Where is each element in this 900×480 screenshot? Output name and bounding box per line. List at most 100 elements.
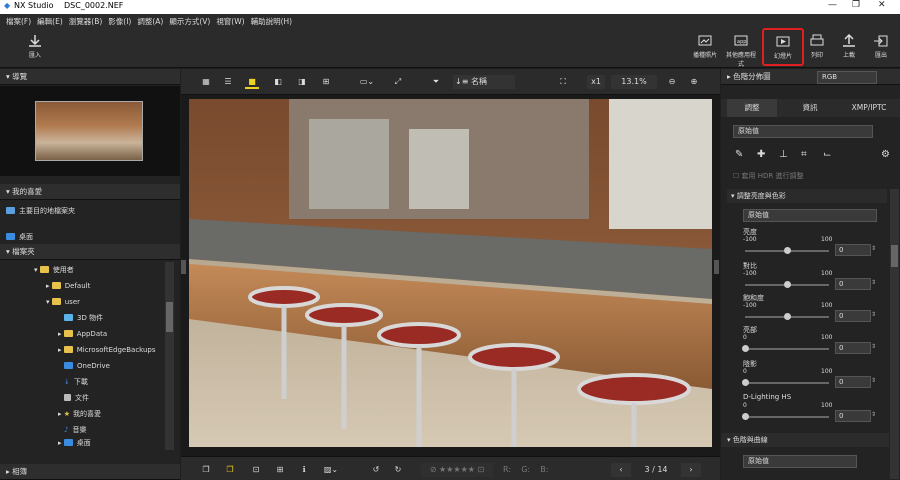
slider-value-input[interactable]: 0	[835, 244, 871, 256]
menu-help[interactable]: 輔助說明(H)	[251, 16, 293, 27]
stepper-icon[interactable]: ⇕	[871, 279, 876, 286]
section-levels-header[interactable]: ▾ 色階與曲線	[721, 433, 889, 447]
tab-xmp[interactable]: XMP/IPTC	[841, 99, 897, 117]
slider-value-input[interactable]: 0	[835, 342, 871, 354]
split-view-icon[interactable]: ⊞	[319, 75, 333, 89]
rotate-right-icon[interactable]: ↻	[391, 463, 405, 477]
tree-users[interactable]: ▾ 使用者	[34, 262, 74, 278]
fullscreen-icon[interactable]: ⤢	[391, 75, 405, 89]
print-button[interactable]: 列印	[800, 32, 834, 64]
brightness-preset-select[interactable]: 原始值	[743, 209, 877, 222]
slider-knob[interactable]	[742, 379, 749, 386]
tree-documents[interactable]: 文件	[64, 390, 89, 406]
tab-adjust[interactable]: 調整	[727, 99, 777, 117]
batch-button[interactable]: 播種照片	[688, 32, 722, 64]
crop-icon[interactable]: ⌗	[801, 149, 807, 160]
stepper-icon[interactable]: ⇕	[871, 377, 876, 384]
menu-view[interactable]: 顯示方式(V)	[169, 16, 210, 27]
tab-info[interactable]: 資訊	[785, 99, 835, 117]
bandage-icon[interactable]: ✚	[757, 149, 765, 160]
folders-header[interactable]: ▾ 檔案夾	[0, 244, 180, 260]
filter-icon[interactable]: ⏷	[429, 75, 443, 89]
tree-favorites[interactable]: ▸ ★ 我的喜愛	[58, 406, 101, 422]
other-apps-button[interactable]: app 其他應用程式	[724, 32, 758, 68]
info-icon[interactable]: ℹ	[297, 463, 311, 477]
slider-knob[interactable]	[742, 413, 749, 420]
slider-value-input[interactable]: 0	[835, 310, 871, 322]
rotate-left-icon[interactable]: ↺	[369, 463, 383, 477]
filmstrip-icon[interactable]: ▭⌄	[357, 75, 377, 89]
slider-track[interactable]	[745, 281, 829, 288]
menu-image[interactable]: 影像(I)	[108, 16, 131, 27]
navigator-header[interactable]: ▾ 導覽	[0, 69, 180, 85]
tree-desktop[interactable]: ▸ 桌面	[58, 435, 91, 451]
photo-preview[interactable]	[189, 99, 712, 447]
minimize-icon[interactable]: —	[828, 0, 837, 10]
brush-icon[interactable]: ✎	[735, 149, 743, 160]
compare-icon[interactable]: ❐	[223, 463, 237, 477]
tree-3d[interactable]: 3D 物件	[64, 310, 103, 326]
levels-preset-select[interactable]: 原始值	[743, 455, 857, 468]
folders-scrollbar[interactable]	[165, 262, 174, 450]
import-button[interactable]: 匯入	[18, 32, 52, 64]
next-button[interactable]: ›	[681, 463, 701, 477]
tree-edgebackups[interactable]: ▸ MicrosoftEdgeBackups	[58, 342, 156, 358]
tree-user[interactable]: ▾ user	[46, 294, 80, 310]
zoom-in-icon[interactable]: ⊕	[687, 75, 701, 89]
close-icon[interactable]: ✕	[878, 0, 886, 10]
favorites-header[interactable]: ▾ 我的喜愛	[0, 184, 180, 200]
prev-button[interactable]: ‹	[611, 463, 631, 477]
zoom-select[interactable]: 13.1%	[611, 75, 657, 89]
slideshow-button[interactable]: 幻燈片	[762, 28, 804, 66]
menu-browser[interactable]: 瀏覽器(B)	[69, 16, 103, 27]
channel-select[interactable]: RGB	[817, 71, 877, 84]
frame-icon[interactable]: ⊡	[249, 463, 263, 477]
left-collapse-handle[interactable]	[181, 260, 186, 274]
album-header[interactable]: ▸ 相簿	[0, 464, 180, 480]
sort-select[interactable]: ↓≡ 名稱	[453, 75, 515, 89]
slider-track[interactable]	[742, 345, 829, 352]
menu-file[interactable]: 檔案(F)	[6, 16, 31, 27]
menu-window[interactable]: 視窗(W)	[216, 16, 244, 27]
tree-appdata[interactable]: ▸ AppData	[58, 326, 107, 342]
slider-knob[interactable]	[742, 345, 749, 352]
restore-icon[interactable]: ❐	[852, 0, 860, 10]
slider-track[interactable]	[742, 379, 829, 386]
slider-track[interactable]	[745, 313, 829, 320]
export-button[interactable]: 匯出	[864, 32, 898, 64]
tree-downloads[interactable]: ↓ 下載	[64, 374, 88, 390]
slider-knob[interactable]	[784, 281, 791, 288]
stepper-icon[interactable]: ⇕	[871, 411, 876, 418]
slider-value-input[interactable]: 0	[835, 410, 871, 422]
compare2-view-icon[interactable]: ◨	[295, 75, 309, 89]
navigator-thumbnail[interactable]	[35, 101, 143, 161]
upload-button[interactable]: 上載	[832, 32, 866, 64]
stepper-icon[interactable]: ⇕	[871, 245, 876, 252]
hdr-checkbox[interactable]: ☐ 套用 HDR 進行調整	[733, 171, 803, 181]
slider-track[interactable]	[742, 413, 829, 420]
rating-stars[interactable]: ⊘ ★★★★★ ⊡	[421, 463, 493, 477]
settings-icon[interactable]: ⚙	[881, 149, 890, 160]
fit-icon[interactable]: ⛶	[553, 75, 573, 89]
stack-icon[interactable]: ❐	[199, 463, 213, 477]
right-scrollbar[interactable]	[890, 189, 899, 479]
right-collapse-handle[interactable]	[714, 260, 719, 274]
single-view-icon[interactable]: ■	[245, 75, 259, 89]
section-brightness-header[interactable]: ▾ 調整亮度與色彩	[727, 189, 887, 203]
level-icon[interactable]: ⊥	[779, 149, 788, 160]
tree-onedrive[interactable]: OneDrive	[64, 358, 110, 374]
preset-select[interactable]: 原始值	[733, 125, 873, 138]
thumbnail-icon[interactable]: ▨⌄	[321, 463, 341, 477]
stepper-icon[interactable]: ⇕	[871, 311, 876, 318]
slider-knob[interactable]	[784, 247, 791, 254]
grid-view-icon[interactable]: ▦	[199, 75, 213, 89]
favorite-item[interactable]: 主要目的地檔案夾	[6, 203, 75, 219]
tree-default[interactable]: ▸ Default	[46, 278, 90, 294]
stepper-icon[interactable]: ⇕	[871, 343, 876, 350]
list-view-icon[interactable]: ☰	[221, 75, 235, 89]
slider-knob[interactable]	[784, 313, 791, 320]
favorite-desktop[interactable]: 桌面	[6, 229, 33, 245]
slider-track[interactable]	[745, 247, 829, 254]
menu-edit[interactable]: 編輯(E)	[37, 16, 63, 27]
slider-value-input[interactable]: 0	[835, 278, 871, 290]
